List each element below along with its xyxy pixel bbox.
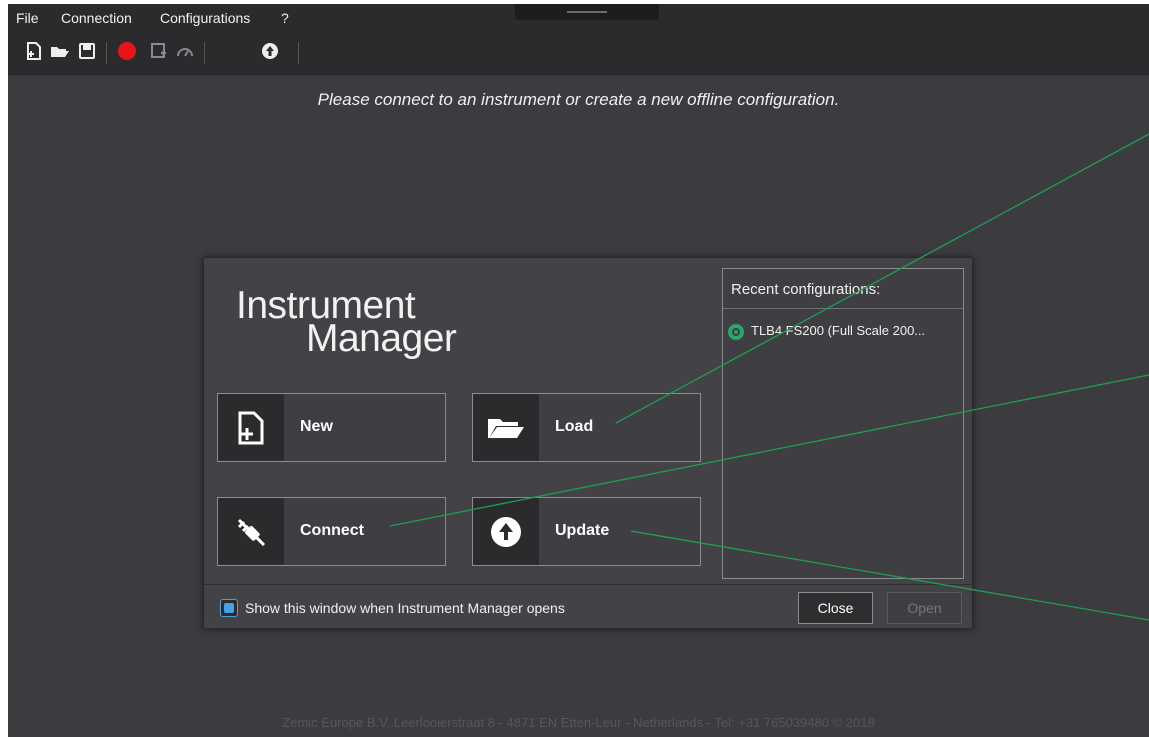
menubar: File Connection Configurations ?	[8, 4, 1149, 75]
recent-config-label: TLB4 FS200 (Full Scale 200...	[751, 323, 926, 338]
new-file-icon	[218, 394, 284, 461]
drag-handle[interactable]	[515, 4, 659, 20]
show-on-open-label: Show this window when Instrument Manager…	[245, 600, 565, 616]
load-button[interactable]: Load	[472, 393, 701, 462]
start-dialog: Instrument Manager New Load Connect Upda…	[203, 257, 973, 629]
new-button[interactable]: New	[217, 393, 446, 462]
checkmark-icon	[224, 603, 234, 613]
app-window: File Connection Configurations ? Please …	[8, 4, 1149, 737]
menu-file[interactable]: File	[16, 10, 39, 28]
logo-line-2: Manager	[306, 317, 457, 360]
recent-config-item[interactable]: TLB4 FS200 (Full Scale 200...	[727, 321, 959, 341]
plug-icon	[218, 498, 284, 565]
menu-help[interactable]: ?	[281, 10, 289, 28]
close-button[interactable]: Close	[798, 592, 873, 624]
toolbar-separator	[106, 42, 107, 64]
divider	[204, 584, 972, 585]
open-button: Open	[887, 592, 962, 624]
new-label: New	[300, 418, 333, 435]
config-gear-icon	[728, 324, 744, 340]
recent-configurations-panel: Recent configurations: TLB4 FS200 (Full …	[722, 268, 964, 579]
open-folder-icon[interactable]	[50, 40, 70, 62]
update-button[interactable]: Update	[472, 497, 701, 566]
record-icon[interactable]	[117, 40, 137, 62]
open-folder-icon	[473, 394, 539, 461]
save-icon[interactable]	[77, 40, 97, 62]
gauge-icon	[175, 40, 195, 62]
upload-arrow-icon	[473, 498, 539, 565]
recent-title: Recent configurations:	[731, 281, 881, 298]
update-icon[interactable]	[260, 40, 280, 62]
toolbar-separator	[204, 42, 205, 64]
menu-connection[interactable]: Connection	[61, 10, 132, 28]
company-footer: Zemic Europe B.V. Leerlooierstraat 8 - 4…	[282, 715, 875, 730]
connect-button[interactable]: Connect	[217, 497, 446, 566]
load-label: Load	[555, 418, 594, 435]
new-file-icon[interactable]	[24, 40, 44, 62]
divider	[723, 308, 963, 309]
toolbar-separator	[298, 42, 299, 64]
save-as-icon	[149, 40, 169, 62]
connect-label: Connect	[300, 522, 364, 539]
menu-configurations[interactable]: Configurations	[160, 10, 250, 28]
show-on-open-checkbox[interactable]	[220, 599, 238, 617]
update-label: Update	[555, 522, 610, 539]
connect-prompt: Please connect to an instrument or creat…	[317, 90, 840, 109]
